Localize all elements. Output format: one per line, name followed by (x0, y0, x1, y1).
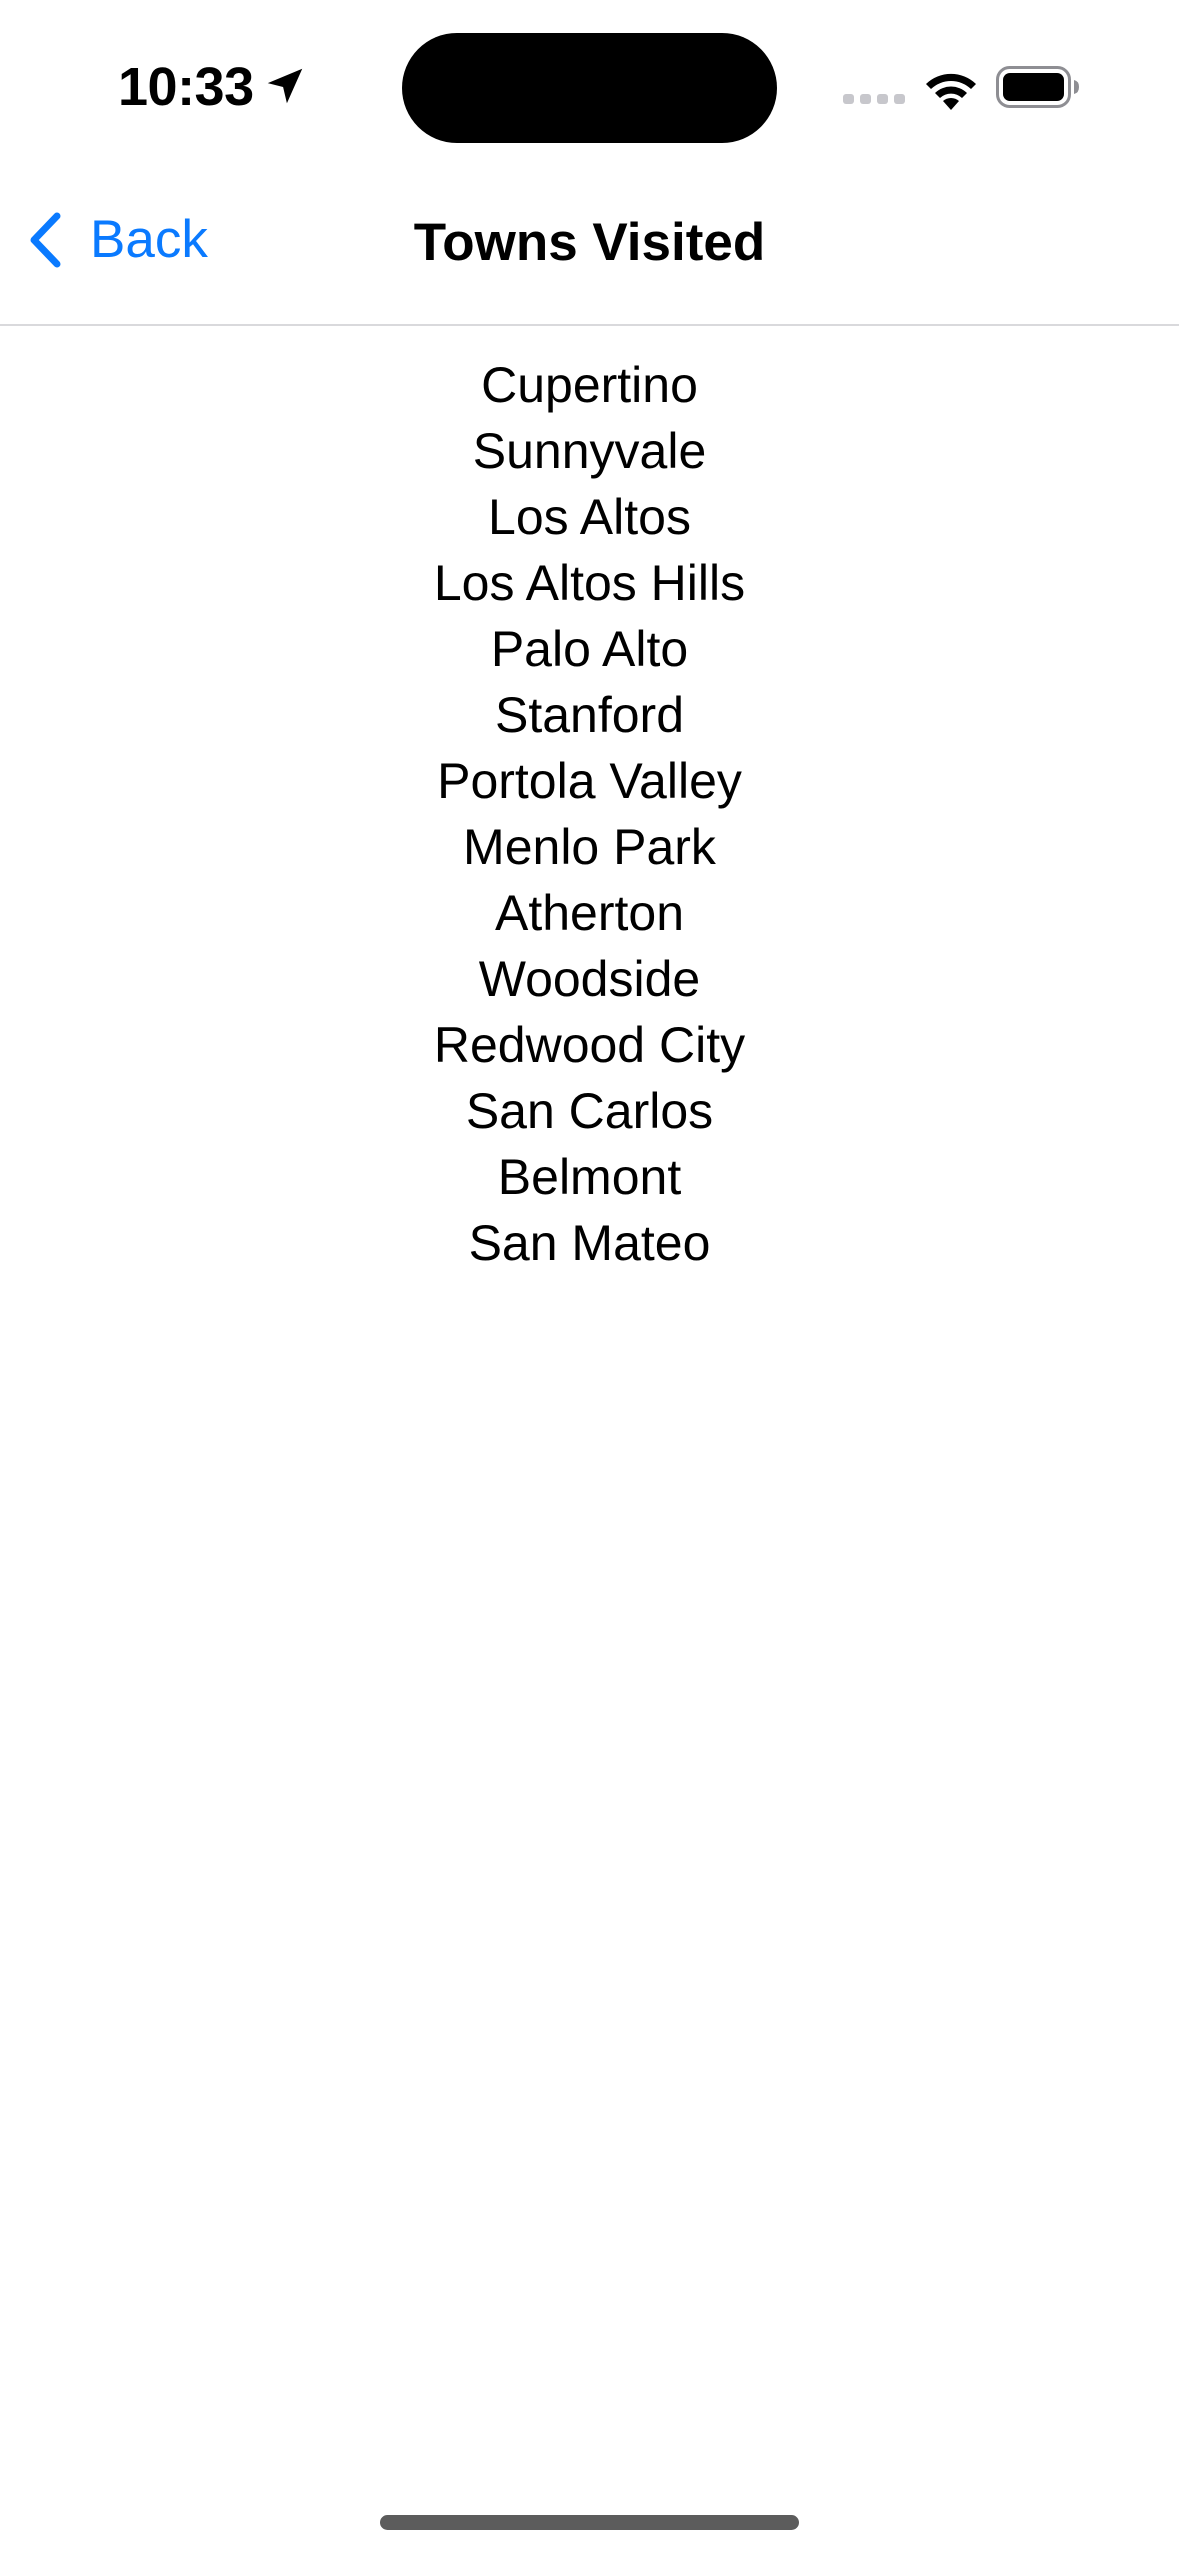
list-item: Portola Valley (437, 753, 742, 809)
list-item: Stanford (494, 687, 684, 743)
list-item: Redwood City (433, 1017, 746, 1073)
home-indicator[interactable] (380, 2515, 799, 2530)
list-item: Sunnyvale (472, 423, 707, 479)
wifi-icon (926, 73, 976, 110)
status-bar: 10:33 (0, 0, 1179, 180)
list-item: Los Altos (488, 489, 691, 545)
list-item: Cupertino (481, 357, 698, 413)
list-item: Los Altos Hills (433, 555, 746, 611)
page-title: Towns Visited (413, 213, 766, 272)
location-arrow-icon (267, 68, 303, 104)
cellular-signal-icon (843, 94, 905, 104)
battery-icon (996, 66, 1079, 108)
list-item: San Carlos (465, 1083, 714, 1139)
navigation-bar: Back Towns Visited (0, 180, 1179, 326)
list-item: Woodside (478, 951, 701, 1007)
status-time: 10:33 (118, 57, 254, 117)
towns-list: Cupertino Sunnyvale Los Altos Los Altos … (0, 352, 1179, 1276)
list-item: Palo Alto (490, 621, 689, 677)
list-item: Belmont (497, 1149, 682, 1205)
dynamic-island (402, 33, 777, 143)
list-item: Menlo Park (463, 819, 716, 875)
list-item: Atherton (494, 885, 684, 941)
list-item: San Mateo (468, 1215, 711, 1271)
